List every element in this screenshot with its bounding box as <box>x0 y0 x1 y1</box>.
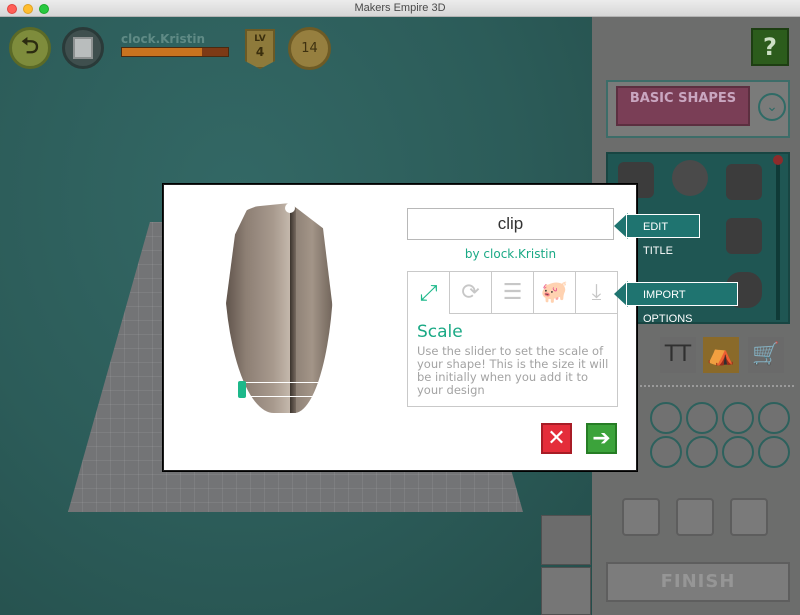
color-slot[interactable] <box>686 436 718 468</box>
import-dialog: clip by clock.Kristin ⤢ ⟳ ☰ 🐖 ⤓ Scale Us… <box>163 184 637 471</box>
tab-scale[interactable]: ⤢ <box>408 272 450 314</box>
section-description: Use the slider to set the scale of your … <box>417 344 609 397</box>
coin-counter[interactable]: 14 <box>288 27 331 70</box>
username-label: clock.Kristin <box>121 32 205 46</box>
color-slot[interactable] <box>758 402 790 434</box>
basket-icon: ⛺ <box>707 342 735 367</box>
back-button[interactable]: ⮌ <box>9 27 51 69</box>
color-slot[interactable] <box>650 402 682 434</box>
color-slot[interactable] <box>758 436 790 468</box>
back-arrow-icon: ⮌ <box>21 34 39 59</box>
coin-count: 14 <box>301 41 318 56</box>
redo-button[interactable] <box>676 498 714 536</box>
import-options-tabs: ⤢ ⟳ ☰ 🐖 ⤓ <box>408 272 617 314</box>
import-options-panel: ⤢ ⟳ ☰ 🐖 ⤓ Scale Use the slider to set th… <box>407 271 618 407</box>
tab-import[interactable]: ⤓ <box>576 272 617 314</box>
avatar[interactable] <box>62 27 104 69</box>
window-title: Makers Empire 3D <box>354 2 446 14</box>
shop-basket-button[interactable]: ⛺ <box>703 337 739 373</box>
chevron-down-icon[interactable]: ⌄ <box>758 93 786 121</box>
box-shape[interactable] <box>726 164 762 200</box>
paint-tool-tab[interactable] <box>541 515 591 565</box>
import-icon: ⤓ <box>591 280 602 305</box>
basic-shapes-logo: BASIC SHAPES <box>616 86 750 126</box>
color-slot[interactable] <box>722 436 754 468</box>
tab-rotate[interactable]: ⟳ <box>450 272 492 314</box>
level-label: LV <box>254 34 266 44</box>
level-badge: LV 4 <box>245 29 275 69</box>
sphere-shape[interactable] <box>672 160 708 196</box>
edit-title-callout: EDIT TITLE <box>626 214 700 257</box>
cart-button[interactable]: 🛒 <box>748 337 784 373</box>
help-button[interactable]: ? <box>751 28 789 66</box>
scale-slider-handle[interactable] <box>237 381 246 398</box>
avatar-image <box>73 37 93 59</box>
wedge-shape[interactable] <box>726 218 762 254</box>
level-number: 4 <box>255 45 265 59</box>
shape-scrollbar[interactable] <box>776 160 780 320</box>
scale-icon: ⤢ <box>419 280 438 306</box>
help-icon: ? <box>763 33 777 61</box>
undo-button[interactable] <box>622 498 660 536</box>
tab-comment[interactable]: ☰ <box>492 272 534 314</box>
finish-button[interactable]: FINISH <box>606 562 790 602</box>
color-slot[interactable] <box>650 436 682 468</box>
tab-piggy-bank[interactable]: 🐖 <box>534 272 576 314</box>
title-field[interactable]: clip <box>407 208 614 240</box>
text-icon: TT <box>664 342 692 367</box>
window-titlebar: Makers Empire 3D <box>0 0 800 17</box>
delete-bomb-button[interactable] <box>730 498 768 536</box>
section-heading: Scale <box>417 322 463 342</box>
tools-tab[interactable] <box>541 567 591 615</box>
shape-category-selector[interactable]: BASIC SHAPES ⌄ <box>606 80 790 138</box>
cancel-button[interactable]: ✕ <box>541 423 572 454</box>
author-byline: by clock.Kristin <box>464 247 557 261</box>
next-button[interactable]: ➔ <box>586 423 617 454</box>
xp-progress-bar <box>121 47 229 57</box>
xp-progress-fill <box>122 48 202 56</box>
color-slot[interactable] <box>686 402 718 434</box>
comment-icon: ☰ <box>502 280 523 305</box>
piggy-bank-icon: 🐖 <box>540 280 569 305</box>
color-slot[interactable] <box>722 402 754 434</box>
shape-scrollbar-thumb[interactable] <box>773 155 783 165</box>
import-options-callout: IMPORT OPTIONS <box>626 282 738 325</box>
clip-notch <box>285 203 295 213</box>
rotate-icon: ⟳ <box>461 280 480 305</box>
cart-icon: 🛒 <box>752 342 780 367</box>
text-tool-button[interactable]: TT <box>660 337 696 373</box>
